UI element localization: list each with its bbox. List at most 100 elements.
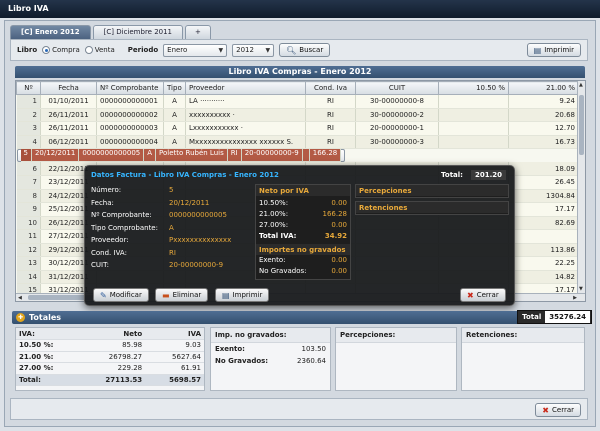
scroll-thumb[interactable] <box>579 95 584 155</box>
invoice-detail-dialog: Datos Factura - Libro IVA Compras - Ener… <box>84 165 515 306</box>
column-header[interactable]: 10.50 % <box>438 81 509 95</box>
table-row[interactable]: 3 26/11/2011 0000000000003 A Lxxxxxxxxxxx · R… <box>16 121 579 136</box>
dialog-cerrar-button[interactable]: ✖ Cerrar <box>460 288 506 302</box>
neto-por-iva-box: Neto por IVA 10.50%: 0.00 21.00%: 166.28 2… <box>255 184 351 280</box>
cerrar-button[interactable]: ✖ Cerrar <box>535 403 581 417</box>
table-cell: LA ··········· <box>185 94 306 109</box>
table-cell <box>508 229 579 244</box>
pencil-icon: ✎ <box>100 290 107 300</box>
table-cell: 30-00000000-2 <box>355 108 439 122</box>
table-row[interactable]: 4 06/12/2011 0000000000004 A Mxxxxxxxxxxxxxx… <box>16 135 579 149</box>
no-gravados-row: No Gravados: 0.00 <box>256 266 350 277</box>
grid-title: Libro IVA Compras - Enero 2012 <box>15 66 585 78</box>
table-cell: 14 <box>16 270 41 284</box>
window-titlebar: Libro IVA <box>0 0 600 18</box>
scroll-down-icon[interactable]: ▼ <box>579 286 583 292</box>
column-header[interactable]: 21.00 % <box>508 81 579 95</box>
chevron-down-icon: ▼ <box>265 46 271 54</box>
year-select[interactable]: 2012 ▼ <box>232 43 275 57</box>
table-row[interactable]: 1 01/10/2011 0000000000001 A LA ··········· R… <box>16 94 579 109</box>
column-header[interactable]: CUIT <box>355 81 439 95</box>
table-cell: 26/11/2011 <box>40 108 97 122</box>
total-iva-label: Total IVA: <box>259 232 297 240</box>
scroll-right-icon[interactable]: ▶ <box>573 295 577 301</box>
invoice-field-value: 20/12/2011 <box>169 198 210 207</box>
iva-cell: 21.00 %: <box>16 351 79 363</box>
table-cell <box>302 148 310 163</box>
no-gravados-panel-header: Imp. no gravados: <box>211 328 330 343</box>
neto-row-21: 21.00%: 166.28 <box>256 209 350 220</box>
retenciones-box: Retenciones <box>355 201 509 215</box>
printer-icon: ▤ <box>222 290 230 300</box>
table-cell: 16.73 <box>508 135 579 149</box>
table-cell: 10 <box>16 216 41 230</box>
invoice-field-label: Número: <box>91 186 122 195</box>
table-cell: 82.69 <box>508 216 579 230</box>
column-header[interactable]: Proveedor <box>185 81 306 95</box>
table-cell: RI <box>305 121 356 136</box>
table-cell: 13 <box>16 256 41 271</box>
iva-rate-row: 27.00 %: 229.28 61.91 <box>16 362 204 375</box>
iva-cell: 9.03 <box>145 339 204 352</box>
table-cell: 11 <box>16 229 41 244</box>
invoice-field-row: Nº Comprobante: 0000000000005 <box>91 209 249 222</box>
buscar-button[interactable]: 🔍︎ Buscar <box>279 43 331 57</box>
table-cell: 12.70 <box>508 121 579 136</box>
vertical-scrollbar[interactable]: ▲ ▼ <box>577 81 585 293</box>
tab-diciembre-2011[interactable]: [C] Diciembre 2011 <box>92 25 184 39</box>
month-select[interactable]: Enero ▼ <box>163 43 228 57</box>
imprimir-button[interactable]: ▤ Imprimir <box>526 43 581 57</box>
no-gravados-label: No Gravados: <box>259 267 307 275</box>
total-iva-value: 34.92 <box>324 232 347 240</box>
iva-cell: 27.00 %: <box>16 362 79 375</box>
table-cell: 17.17 <box>508 202 579 217</box>
month-value: Enero <box>167 46 188 54</box>
venta-radio[interactable]: Venta <box>84 46 115 54</box>
table-cell: 4 <box>16 135 41 149</box>
modificar-button[interactable]: ✎ Modificar <box>93 288 149 302</box>
tab-enero-2012[interactable]: [C] Enero 2012 <box>10 25 91 39</box>
percepciones-box: Percepciones <box>355 184 509 198</box>
dialog-cerrar-label: Cerrar <box>476 291 499 299</box>
table-cell: 0000000000002 <box>96 108 164 122</box>
close-icon: ✖ <box>542 405 549 415</box>
table-cell: A <box>163 108 186 122</box>
table-cell: 30-00000000-8 <box>355 94 439 109</box>
no-gravados-total-label: No Gravados: <box>215 357 269 365</box>
close-icon: ✖ <box>467 290 474 300</box>
compra-radio[interactable]: Compra <box>42 46 80 54</box>
table-cell <box>438 135 509 149</box>
table-row[interactable]: 5 20/12/2011 0000000000005 A Poletto Rubén L… <box>16 148 346 163</box>
grand-total-badge: Total 35276.24 <box>517 310 592 324</box>
add-tab-button[interactable]: + <box>185 25 211 39</box>
table-cell: xxxxxxxxxx · <box>185 108 306 122</box>
sum-icon: ✚ <box>16 313 25 322</box>
column-header[interactable]: Fecha <box>40 81 97 95</box>
table-cell: 26.45 <box>508 175 579 190</box>
invoice-field-value: 20-00000000-9 <box>169 261 224 270</box>
iva-cell: 27113.53 <box>78 374 146 386</box>
table-row[interactable]: 2 26/11/2011 0000000000002 Axxxxxxxxxx · RI 3… <box>16 108 579 122</box>
iva-cell: 61.91 <box>145 362 204 375</box>
column-header[interactable]: Cond. Iva <box>305 81 356 95</box>
table-cell: 20/12/2011 <box>31 148 80 163</box>
dialog-imprimir-button[interactable]: ▤ Imprimir <box>215 288 270 302</box>
table-cell: 166.28 <box>309 148 342 163</box>
percepciones-panel-header: Percepciones: <box>336 328 456 343</box>
retenciones-panel-header: Retenciones: <box>462 328 584 343</box>
table-cell: Mxxxxxxxxxxxxxxx xxxxxx S. <box>185 135 306 149</box>
neto-header: Neto <box>78 328 146 340</box>
table-cell: 3 <box>16 121 41 136</box>
scroll-up-icon[interactable]: ▲ <box>579 82 583 88</box>
no-gravados-total-row: No Gravados: 2360.64 <box>211 355 330 367</box>
no-gravados-total-value: 2360.64 <box>297 357 326 365</box>
percepciones-panel: Percepciones: <box>335 327 457 391</box>
search-icon: 🔍︎ <box>286 45 297 55</box>
iva-header: IVA: <box>16 328 79 340</box>
eliminar-button[interactable]: ▬ Eliminar <box>155 288 209 302</box>
column-header[interactable]: Nº <box>16 81 41 95</box>
column-header[interactable]: Tipo <box>163 81 186 95</box>
scroll-left-icon[interactable]: ◀ <box>18 295 22 301</box>
window-title: Libro IVA <box>8 4 49 13</box>
column-header[interactable]: Nº Comprobante <box>96 81 164 95</box>
